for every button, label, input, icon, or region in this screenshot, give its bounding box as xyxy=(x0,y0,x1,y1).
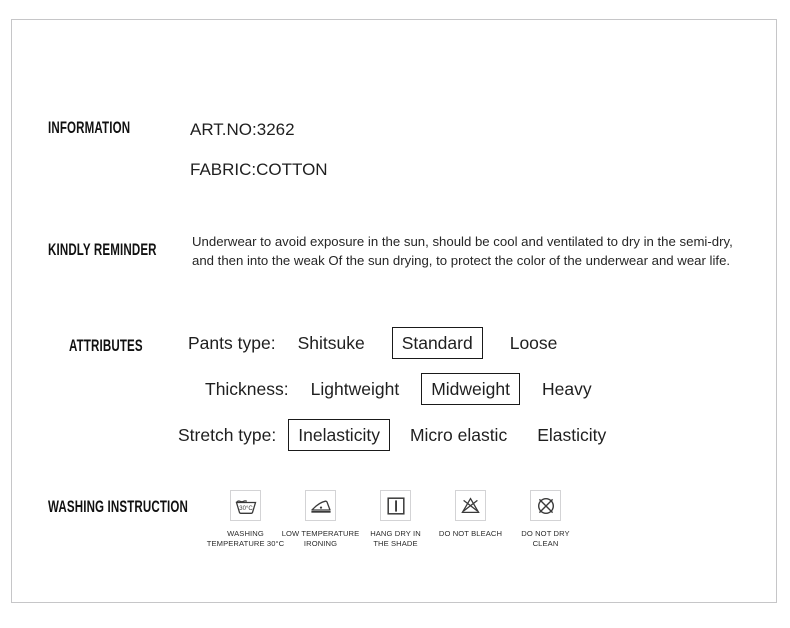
reminder-line-1: Underwear to avoid exposure in the sun, … xyxy=(192,234,733,249)
iron-low-temperature-icon xyxy=(305,490,336,521)
care-label-washing-temperature: WASHING TEMPERATURE 30°C xyxy=(207,529,285,549)
care-item-do-not-bleach: DO NOT BLEACH xyxy=(433,490,508,539)
kindly-reminder-text: Underwear to avoid exposure in the sun, … xyxy=(192,232,782,270)
care-item-do-not-dry-clean: DO NOT DRY CLEAN xyxy=(508,490,583,549)
fabric-value: FABRIC:COTTON xyxy=(190,160,328,179)
care-item-hang-dry-in-the-shade: HANG DRY IN THE SHADE xyxy=(358,490,433,549)
care-label-line-1: DO NOT DRY xyxy=(521,529,570,538)
care-label-do-not-bleach: DO NOT BLEACH xyxy=(439,529,502,539)
attribute-label-stretch-type: Stretch type: xyxy=(178,424,277,445)
care-item-low-temperature-ironing: LOW TEMPERATURE IRONING xyxy=(282,490,360,549)
reminder-line-2: and then into the weak Of the sun drying… xyxy=(192,253,731,268)
care-label-low-temperature-ironing: LOW TEMPERATURE IRONING xyxy=(282,529,360,549)
washing-instruction-heading: WASHING INSTRUCTION xyxy=(48,497,189,516)
information-heading: INFORMATION xyxy=(48,118,131,137)
care-label-line-1: DO NOT BLEACH xyxy=(438,529,503,538)
attribute-option-inelasticity[interactable]: Inelasticity xyxy=(288,419,390,451)
attribute-label-thickness: Thickness: xyxy=(205,378,289,399)
care-symbols-list: 30°C WASHING TEMPERATURE 30°C LOW TEMPER… xyxy=(207,490,583,549)
attribute-row-pants-type: Pants type: Shitsuke Standard Loose xyxy=(188,323,567,363)
do-not-dry-clean-icon xyxy=(530,490,561,521)
do-not-bleach-icon xyxy=(455,490,486,521)
product-detail-card: INFORMATION ART.NO:3262 FABRIC:COTTON KI… xyxy=(11,19,777,603)
attribute-option-heavy[interactable]: Heavy xyxy=(532,373,602,405)
care-label-line-1: WASHING xyxy=(227,529,264,538)
kindly-reminder-heading: KINDLY REMINDER xyxy=(48,240,157,259)
attribute-option-midweight[interactable]: Midweight xyxy=(421,373,520,405)
art-no-value: ART.NO:3262 xyxy=(190,120,295,139)
attribute-option-shitsuke[interactable]: Shitsuke xyxy=(288,327,375,359)
attribute-label-pants-type: Pants type: xyxy=(188,332,276,353)
attribute-row-stretch-type: Stretch type: Inelasticity Micro elastic… xyxy=(178,415,616,455)
care-label-line-2: TEMPERATURE 30°C xyxy=(206,539,285,548)
care-label-hang-dry-in-the-shade: HANG DRY IN THE SHADE xyxy=(370,529,421,549)
hang-dry-in-the-shade-icon xyxy=(380,490,411,521)
care-label-line-1: HANG DRY IN xyxy=(370,529,421,538)
attribute-option-elasticity[interactable]: Elasticity xyxy=(527,419,616,451)
wash-tub-30c-icon: 30°C xyxy=(230,490,261,521)
attribute-option-micro-elastic[interactable]: Micro elastic xyxy=(400,419,517,451)
care-label-line-2: IRONING xyxy=(303,539,338,548)
wash-temperature-text: 30°C xyxy=(239,506,253,512)
attribute-option-standard[interactable]: Standard xyxy=(391,327,483,359)
care-item-washing-temperature: 30°C WASHING TEMPERATURE 30°C xyxy=(207,490,285,549)
attribute-option-lightweight[interactable]: Lightweight xyxy=(301,373,410,405)
attribute-row-thickness: Thickness: Lightweight Midweight Heavy xyxy=(205,369,602,409)
care-label-line-2: THE SHADE xyxy=(373,539,418,548)
attribute-option-loose[interactable]: Loose xyxy=(500,327,568,359)
care-label-line-2: CLEAN xyxy=(532,539,559,548)
care-label-do-not-dry-clean: DO NOT DRY CLEAN xyxy=(521,529,569,549)
attributes-heading: ATTRIBUTES xyxy=(69,336,143,355)
care-label-line-1: LOW TEMPERATURE xyxy=(281,529,360,538)
